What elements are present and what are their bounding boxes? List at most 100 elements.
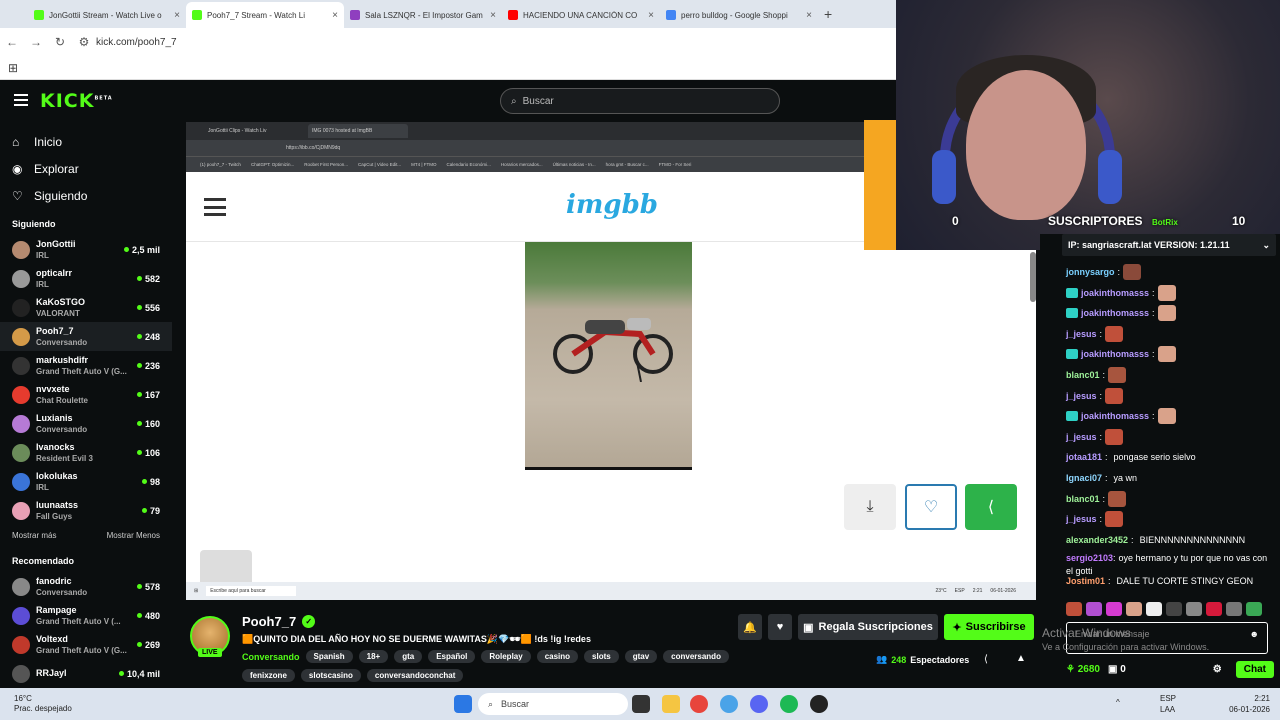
file-explorer-icon[interactable] [662, 695, 680, 713]
stream-tag[interactable]: Spanish [305, 650, 353, 663]
chat-username[interactable]: sergio2103 [1066, 553, 1113, 563]
channel-item[interactable]: fanodric Conversando 578 [0, 572, 172, 601]
kick-logo[interactable]: KICKBETA [40, 90, 113, 112]
chat-username[interactable]: joakinthomasss [1081, 308, 1149, 318]
gifts-display[interactable]: ▣ 0 [1108, 664, 1126, 675]
obs-icon[interactable] [810, 695, 828, 713]
stream-tag[interactable]: gtav [624, 650, 658, 663]
close-icon[interactable]: × [490, 10, 496, 21]
channel-item[interactable]: lokolukas IRL 98 [0, 467, 172, 496]
close-icon[interactable]: × [332, 10, 338, 21]
emote-4[interactable] [1126, 602, 1142, 616]
close-icon[interactable]: × [174, 10, 180, 21]
emote-9[interactable] [1226, 602, 1242, 616]
search-input[interactable]: ⌕ Buscar [500, 88, 780, 114]
channel-item[interactable]: JonGottii IRL 2,5 mil [0, 235, 172, 264]
subscribe-button[interactable]: ✦ Suscribirse [944, 614, 1034, 640]
channel-item[interactable]: nvvxete Chat Roulette 167 [0, 380, 172, 409]
stream-tag[interactable]: Roleplay [481, 650, 531, 663]
chat-username[interactable]: joakinthomasss [1081, 349, 1149, 359]
stream-tag[interactable]: casino [536, 650, 579, 663]
reload-icon[interactable]: ↻ [48, 35, 72, 49]
chat-username[interactable]: j_jesus [1066, 514, 1097, 524]
chat-settings-icon[interactable]: ⚙ [1213, 664, 1222, 675]
channel-item[interactable]: opticalrr IRL 582 [0, 264, 172, 293]
chat-username[interactable]: alexander3452 [1066, 535, 1128, 545]
stream-tag[interactable]: 18+ [358, 650, 389, 663]
windows-start-icon[interactable] [454, 695, 472, 713]
close-icon[interactable]: × [806, 10, 812, 21]
channel-item[interactable]: KaKoSTGO VALORANT 556 [0, 293, 172, 322]
browser-tab[interactable]: JonGottii Stream - Watch Live o × [28, 2, 186, 28]
streamer-name[interactable]: Pooh7_7 ✓ [242, 614, 316, 629]
pinned-message[interactable]: IP: sangriascraft.lat VERSION: 1.21.11 ⌄ [1062, 234, 1276, 256]
browser-tab[interactable]: HACIENDO UNA CANCIÓN CO × [502, 2, 660, 28]
category-link[interactable]: Conversando [242, 652, 300, 662]
chat-username[interactable]: Jostim01 [1066, 576, 1105, 586]
chat-username[interactable]: joakinthomasss [1081, 411, 1149, 421]
browser-tab[interactable]: perro bulldog - Google Shoppi × [660, 2, 818, 28]
stream-tag[interactable]: slots [584, 650, 619, 663]
close-icon[interactable]: × [648, 10, 654, 21]
emote-10[interactable] [1246, 602, 1262, 616]
emote-8[interactable] [1206, 602, 1222, 616]
nav-inicio[interactable]: ⌂ Inicio [0, 128, 172, 155]
url-text[interactable]: kick.com/pooh7_7 [96, 37, 177, 48]
gift-subs-button[interactable]: ▣ Regala Suscripciones [798, 614, 938, 640]
task-view-icon[interactable] [632, 695, 650, 713]
emote-5[interactable] [1146, 602, 1162, 616]
chat-username[interactable]: joakinthomasss [1081, 288, 1149, 298]
share-stream-icon[interactable]: ⟨ [984, 654, 988, 665]
new-tab-icon[interactable]: + [824, 6, 832, 22]
chat-send-button[interactable]: Chat [1235, 660, 1274, 678]
emoji-icon[interactable]: ☻ [1250, 629, 1259, 639]
chat-username[interactable]: blanc01 [1066, 370, 1100, 380]
follow-heart-icon[interactable]: ♥ [768, 614, 792, 640]
spotify-icon[interactable] [780, 695, 798, 713]
stream-tag[interactable]: Español [428, 650, 476, 663]
keyboard-lang[interactable]: ESP LAA [1160, 693, 1176, 715]
nav-explorar[interactable]: ◉ Explorar [0, 155, 172, 182]
chat-username[interactable]: Ignaci07 [1066, 473, 1102, 483]
channel-item[interactable]: luunaatss Fall Guys 79 [0, 496, 172, 525]
show-more-button[interactable]: Mostrar más [12, 531, 56, 540]
points-display[interactable]: ⚘ 2680 [1066, 664, 1100, 675]
stream-tag[interactable]: gta [394, 650, 423, 663]
weather-widget[interactable]: 16°C Prac. despejado [14, 694, 72, 714]
emote-7[interactable] [1186, 602, 1202, 616]
menu-icon[interactable] [14, 94, 28, 106]
channel-item[interactable]: Pooh7_7 Conversando 248 [0, 322, 172, 351]
chat-username[interactable]: blanc01 [1066, 494, 1100, 504]
site-info-icon[interactable]: ⚙ [72, 35, 96, 49]
channel-item[interactable]: RRJayl 10,4 mil [0, 659, 172, 688]
emote-6[interactable] [1166, 602, 1182, 616]
stream-tag[interactable]: conversando [663, 650, 729, 663]
emote-3[interactable] [1106, 602, 1122, 616]
channel-item[interactable]: Voltexd Grand Theft Auto V (G... 269 [0, 630, 172, 659]
stream-tag[interactable]: conversandoconchat [366, 669, 464, 682]
forward-icon[interactable]: → [24, 35, 48, 49]
taskbar-search[interactable]: ⌕ Buscar [478, 693, 628, 715]
chat-username[interactable]: jonnysargo [1066, 267, 1115, 277]
chrome-profile-icon[interactable] [720, 695, 738, 713]
chat-username[interactable]: j_jesus [1066, 391, 1097, 401]
chat-username[interactable]: jotaa181 [1066, 452, 1102, 462]
apps-grid-icon[interactable]: ⊞ [8, 61, 18, 75]
chrome-icon[interactable] [690, 695, 708, 713]
show-less-button[interactable]: Mostrar Menos [107, 531, 160, 540]
report-icon[interactable]: ▲ [1016, 653, 1026, 664]
browser-tab[interactable]: Pooh7_7 Stream - Watch Li × [186, 2, 344, 28]
nav-siguiendo[interactable]: ♡ Siguiendo [0, 182, 172, 209]
channel-item[interactable]: Luxianis Conversando 160 [0, 409, 172, 438]
emote-2[interactable] [1086, 602, 1102, 616]
chat-username[interactable]: j_jesus [1066, 329, 1097, 339]
back-icon[interactable]: ← [0, 35, 24, 49]
discord-icon[interactable] [750, 695, 768, 713]
stream-tag[interactable]: slotscasino [300, 669, 361, 682]
channel-item[interactable]: markushdifr Grand Theft Auto V (G... 236 [0, 351, 172, 380]
emote-1[interactable] [1066, 602, 1082, 616]
channel-item[interactable]: Rampage Grand Theft Auto V (... 480 [0, 601, 172, 630]
browser-tab[interactable]: Sala LSZNQR - El Impostor Gam × [344, 2, 502, 28]
chevron-down-icon[interactable]: ⌄ [1262, 240, 1270, 251]
tray-chevron-icon[interactable]: ^ [1116, 698, 1120, 707]
